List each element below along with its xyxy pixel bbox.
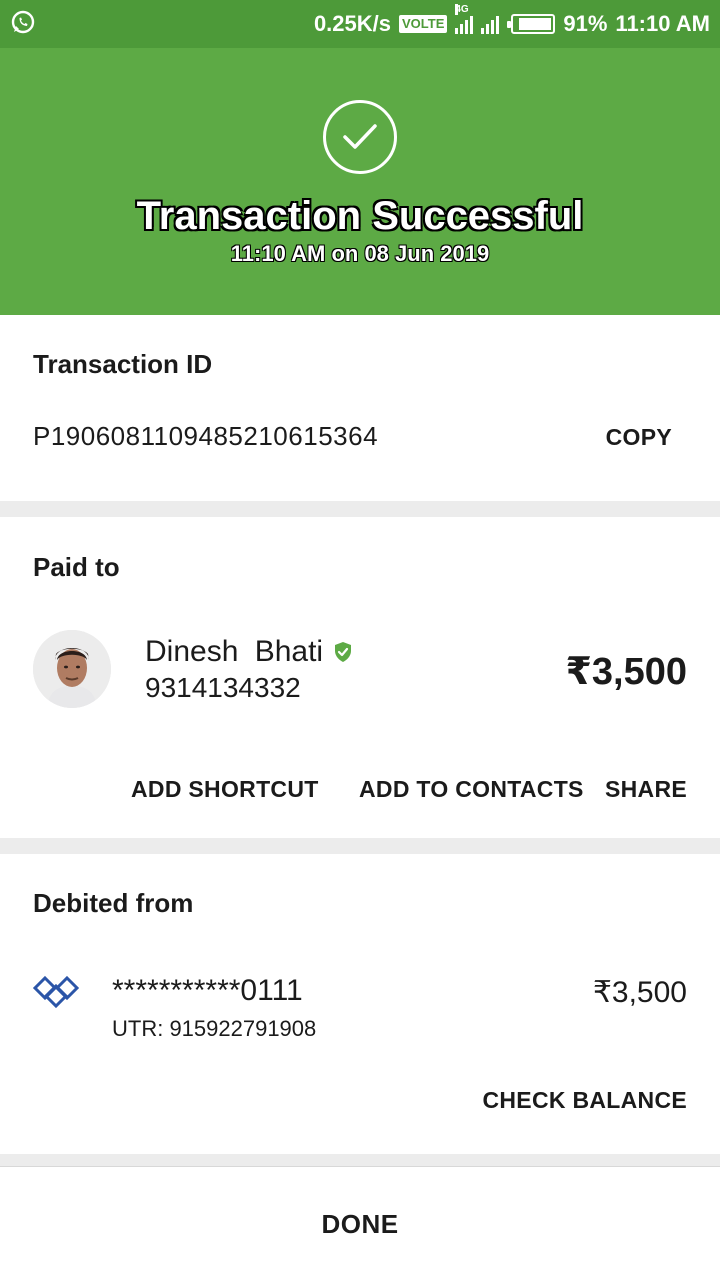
signal-icon-2 bbox=[481, 14, 500, 34]
share-button[interactable]: SHARE bbox=[605, 776, 687, 803]
done-button[interactable]: DONE bbox=[0, 1209, 720, 1240]
bank-logo-icon bbox=[32, 972, 80, 1012]
battery-percent: 91% bbox=[563, 11, 608, 36]
check-balance-button[interactable]: CHECK BALANCE bbox=[482, 1087, 687, 1114]
paid-amount: ₹3,500 bbox=[565, 651, 687, 693]
debited-from-card: Debited from ***********0111 UTR: 915922… bbox=[0, 854, 720, 1154]
whatsapp-icon bbox=[10, 9, 36, 40]
status-time: 11:10 AM bbox=[615, 11, 710, 36]
add-to-contacts-button[interactable]: ADD TO CONTACTS bbox=[359, 776, 584, 803]
network-speed: 0.25K/s bbox=[313, 11, 391, 36]
paid-to-label: Paid to bbox=[33, 552, 120, 582]
debited-amount: ₹3,500 bbox=[592, 976, 687, 1009]
page-title: Transaction Successful bbox=[136, 194, 584, 238]
status-left bbox=[10, 9, 36, 40]
footer-bar: DONE bbox=[0, 1166, 720, 1280]
transaction-timestamp: 11:10 AM on 08 Jun 2019 bbox=[230, 241, 490, 266]
volte-badge: VOLTE bbox=[399, 15, 448, 33]
payee-name-row: Dinesh Bhati bbox=[145, 635, 353, 669]
battery-fill bbox=[518, 18, 552, 30]
payee-phone: 9314134332 bbox=[145, 672, 301, 703]
payee-name: Dinesh Bhati bbox=[145, 635, 324, 668]
transaction-id-card: Transaction ID P1906081109485210615364 C… bbox=[0, 315, 720, 501]
copy-button[interactable]: COPY bbox=[606, 424, 672, 451]
debited-from-label: Debited from bbox=[33, 888, 194, 918]
success-check-icon bbox=[323, 100, 397, 174]
utr-number: UTR: 915922791908 bbox=[112, 1016, 317, 1041]
paid-to-card: Paid to Dinesh Bhati 9314134332 ₹3,500 A… bbox=[0, 517, 720, 838]
success-header: Transaction Successful 11:10 AM on 08 Ju… bbox=[0, 48, 720, 315]
status-bar: 0.25K/s VOLTE 4G 91% 11:10 AM bbox=[0, 0, 720, 48]
status-right: 0.25K/s VOLTE 4G 91% 11:10 AM bbox=[313, 4, 710, 37]
signal-icon: 4G bbox=[455, 4, 474, 34]
avatar[interactable] bbox=[33, 630, 111, 708]
transaction-id-label: Transaction ID bbox=[33, 349, 213, 379]
account-number: ***********0111 bbox=[112, 974, 303, 1007]
verified-shield-icon bbox=[333, 641, 353, 663]
battery-icon bbox=[507, 14, 556, 34]
transaction-id-value: P1906081109485210615364 bbox=[33, 421, 379, 451]
add-shortcut-button[interactable]: ADD SHORTCUT bbox=[131, 776, 319, 803]
network-type: 4G bbox=[455, 4, 469, 15]
